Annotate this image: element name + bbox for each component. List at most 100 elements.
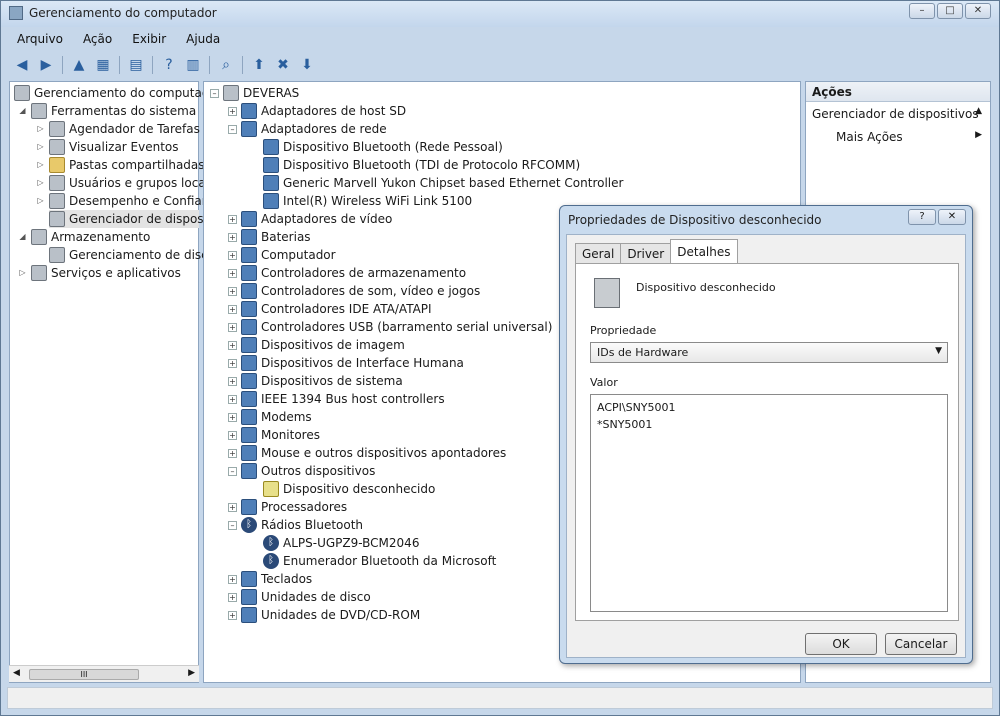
tab-detalhes[interactable]: Detalhes <box>670 239 738 263</box>
tab-driver[interactable]: Driver <box>620 243 672 263</box>
update-driver-icon[interactable]: ⬆ <box>248 54 270 76</box>
expand-icon[interactable]: + <box>228 592 237 602</box>
collapse-icon[interactable]: – <box>228 466 237 476</box>
collapse-icon[interactable]: – <box>228 520 237 530</box>
expand-icon[interactable]: + <box>228 412 237 422</box>
dialog-close-button[interactable]: ✕ <box>938 209 966 225</box>
device-tree-item[interactable]: + Controladores IDE ATA/ATAPI <box>228 300 432 318</box>
scroll-thumb[interactable]: III <box>29 669 139 680</box>
device-tree-item[interactable]: Generic Marvell Yukon Chipset based Ethe… <box>246 174 623 192</box>
scroll-right-icon[interactable]: ▶ <box>188 668 195 678</box>
tree-item-pastas[interactable]: ▷ Pastas compartilhadas <box>36 156 205 174</box>
menu-arquivo[interactable]: Arquivo <box>7 30 73 50</box>
value-list[interactable]: ACPI\SNY5001 *SNY5001 <box>590 394 948 612</box>
expand-icon[interactable]: + <box>228 232 237 242</box>
tree-item-gerenciador-dispositivos[interactable]: Gerenciador de disposit <box>49 210 212 228</box>
tree-item-eventos[interactable]: ▷ Visualizar Eventos <box>36 138 179 156</box>
expand-icon[interactable]: + <box>228 214 237 224</box>
dialog-help-button[interactable]: ? <box>908 209 936 225</box>
expand-icon[interactable]: ▷ <box>36 142 45 152</box>
device-tree-item[interactable]: + Processadores <box>228 498 347 516</box>
device-tree-item[interactable]: + Computador <box>228 246 336 264</box>
scroll-left-icon[interactable]: ◀ <box>13 668 20 678</box>
device-tree-item[interactable]: + Baterias <box>228 228 311 246</box>
tab-geral[interactable]: Geral <box>575 243 622 263</box>
disable-icon[interactable]: ⬇ <box>296 54 318 76</box>
device-tree-item[interactable]: + Controladores USB (barramento serial un… <box>228 318 552 336</box>
actions-section-device-manager[interactable]: Gerenciador de dispositivos ▲ <box>806 102 990 126</box>
expand-icon[interactable]: + <box>228 502 237 512</box>
expand-icon[interactable]: + <box>228 610 237 620</box>
back-arrow-icon[interactable]: ◀ <box>11 54 33 76</box>
device-tree-item[interactable]: + Controladores de armazenamento <box>228 264 466 282</box>
horizontal-scrollbar[interactable]: ◀ III ▶ <box>9 665 199 682</box>
expand-icon[interactable]: ▷ <box>18 268 27 278</box>
up-folder-icon[interactable]: ▲ <box>68 54 90 76</box>
uninstall-icon[interactable]: ✖ <box>272 54 294 76</box>
device-root[interactable]: – DEVERAS <box>210 84 299 102</box>
expand-icon[interactable]: ▷ <box>36 124 45 134</box>
tree-item-usuarios[interactable]: ▷ Usuários e grupos locais <box>36 174 215 192</box>
properties-icon[interactable]: ▤ <box>125 54 147 76</box>
device-tree-item[interactable]: + Dispositivos de imagem <box>228 336 405 354</box>
menu-acao[interactable]: Ação <box>73 30 122 50</box>
scan-hardware-icon[interactable]: ⌕ <box>215 54 237 76</box>
expand-icon[interactable]: + <box>228 268 237 278</box>
forward-arrow-icon[interactable]: ▶ <box>35 54 57 76</box>
collapse-icon[interactable]: ◢ <box>18 106 27 116</box>
property-select[interactable]: IDs de Hardware ▼ <box>590 342 948 363</box>
dropdown-arrow-icon[interactable]: ▼ <box>935 346 942 356</box>
value-item[interactable]: ACPI\SNY5001 <box>597 399 941 416</box>
tree-item-agendador[interactable]: ▷ Agendador de Tarefas <box>36 120 200 138</box>
expand-icon[interactable]: + <box>228 304 237 314</box>
close-button[interactable]: ✕ <box>965 3 991 19</box>
action-pane-icon[interactable]: ▥ <box>182 54 204 76</box>
tree-item-armazenamento[interactable]: ◢ Armazenamento <box>18 228 150 246</box>
device-tree-item[interactable]: + Adaptadores de host SD <box>228 102 406 120</box>
tree-item-servicos[interactable]: ▷ Serviços e aplicativos <box>18 264 181 282</box>
ok-button[interactable]: OK <box>805 633 877 655</box>
expand-icon[interactable]: + <box>228 322 237 332</box>
expand-icon[interactable]: + <box>228 340 237 350</box>
expand-icon[interactable]: + <box>228 250 237 260</box>
minimize-button[interactable]: – <box>909 3 935 19</box>
device-tree-item[interactable]: + IEEE 1394 Bus host controllers <box>228 390 445 408</box>
maximize-button[interactable]: □ <box>937 3 963 19</box>
more-actions[interactable]: Mais Ações ▶ <box>806 126 990 150</box>
device-tree-item[interactable]: + Controladores de som, vídeo e jogos <box>228 282 480 300</box>
device-tree-item[interactable]: + Dispositivos de sistema <box>228 372 403 390</box>
expand-icon[interactable]: + <box>228 358 237 368</box>
device-tree-item[interactable]: Dispositivo desconhecido <box>246 480 435 498</box>
value-item[interactable]: *SNY5001 <box>597 416 941 433</box>
device-tree-item[interactable]: Dispositivo Bluetooth (TDI de Protocolo … <box>246 156 580 174</box>
menu-ajuda[interactable]: Ajuda <box>176 30 230 50</box>
tree-item-desempenho[interactable]: ▷ Desempenho e Confian <box>36 192 209 210</box>
device-tree-item[interactable]: ᛒ ALPS-UGPZ9-BCM2046 <box>246 534 419 552</box>
device-tree-item[interactable]: – Outros dispositivos <box>228 462 375 480</box>
device-tree-item[interactable]: – ᛒ Rádios Bluetooth <box>228 516 363 534</box>
expand-icon[interactable]: + <box>228 430 237 440</box>
collapse-up-icon[interactable]: ▲ <box>975 106 982 116</box>
expand-icon[interactable]: ▷ <box>36 160 45 170</box>
device-tree-item[interactable]: + Teclados <box>228 570 312 588</box>
device-tree-item[interactable]: + Dispositivos de Interface Humana <box>228 354 464 372</box>
cancel-button[interactable]: Cancelar <box>885 633 957 655</box>
expand-icon[interactable]: + <box>228 376 237 386</box>
collapse-icon[interactable]: – <box>228 124 237 134</box>
tree-root[interactable]: Gerenciamento do computado <box>14 84 217 102</box>
menu-exibir[interactable]: Exibir <box>122 30 176 50</box>
expand-icon[interactable]: + <box>228 394 237 404</box>
expand-icon[interactable]: + <box>228 574 237 584</box>
help-icon[interactable]: ? <box>158 54 180 76</box>
collapse-icon[interactable]: – <box>210 88 219 98</box>
device-tree-item[interactable]: + Unidades de DVD/CD-ROM <box>228 606 420 624</box>
device-tree-item[interactable]: – Adaptadores de rede <box>228 120 387 138</box>
tree-item-disco[interactable]: Gerenciamento de disco <box>49 246 215 264</box>
device-tree-item[interactable]: + Mouse e outros dispositivos apontadores <box>228 444 506 462</box>
device-tree-item[interactable]: Intel(R) Wireless WiFi Link 5100 <box>246 192 472 210</box>
device-tree-item[interactable]: ᛒ Enumerador Bluetooth da Microsoft <box>246 552 496 570</box>
collapse-icon[interactable]: ◢ <box>18 232 27 242</box>
device-tree-item[interactable]: + Monitores <box>228 426 320 444</box>
device-tree-item[interactable]: + Adaptadores de vídeo <box>228 210 392 228</box>
device-tree-item[interactable]: + Unidades de disco <box>228 588 371 606</box>
